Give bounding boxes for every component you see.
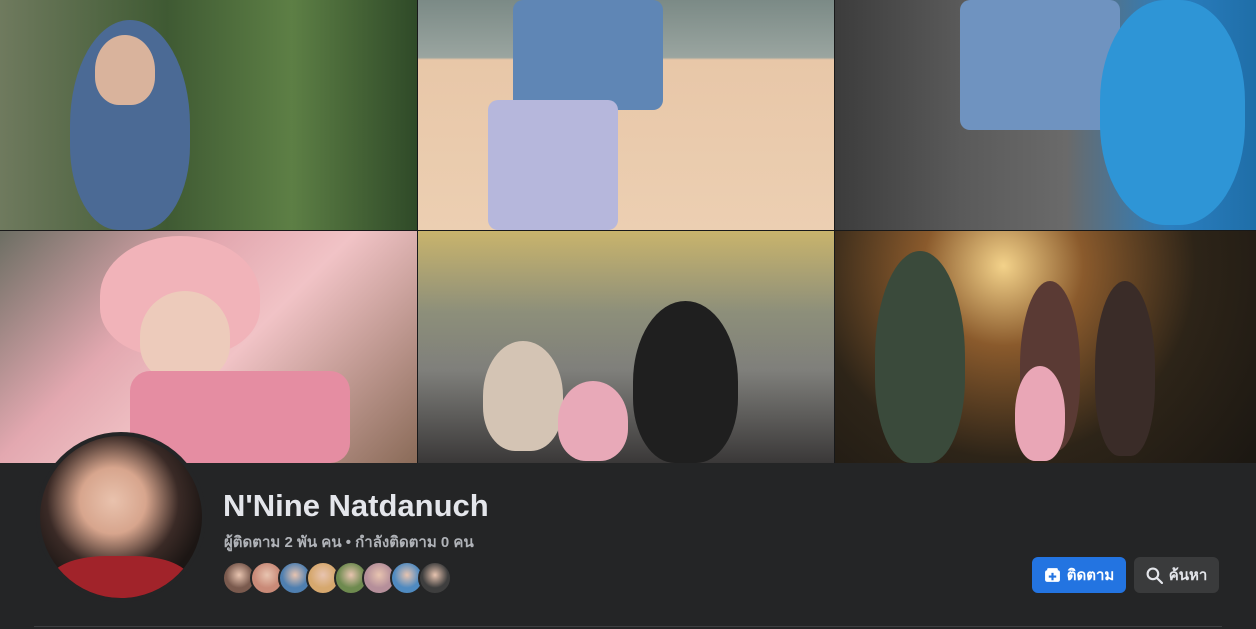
cover-photo-1[interactable] bbox=[0, 0, 417, 230]
cover-photo-2[interactable] bbox=[418, 0, 834, 230]
profile-avatar-image bbox=[40, 436, 202, 598]
follow-button-label: ติดตาม bbox=[1066, 567, 1115, 584]
follower-avatar[interactable] bbox=[418, 561, 452, 595]
profile-avatar[interactable] bbox=[36, 432, 206, 602]
cover-photo-6[interactable] bbox=[835, 231, 1256, 463]
cover-photo-collage[interactable] bbox=[0, 0, 1256, 463]
cover-photo-3[interactable] bbox=[835, 0, 1256, 230]
profile-name[interactable]: N'Nine Natdanuch bbox=[223, 488, 489, 524]
search-button[interactable]: ค้นหา bbox=[1134, 557, 1219, 593]
avatar-shirt-shape bbox=[50, 556, 190, 598]
header-divider bbox=[34, 626, 1222, 627]
cover-photo-4[interactable] bbox=[0, 231, 417, 463]
search-icon bbox=[1146, 567, 1163, 584]
add-follow-icon bbox=[1044, 567, 1061, 584]
search-button-label: ค้นหา bbox=[1168, 567, 1208, 584]
cover-photo-5[interactable] bbox=[418, 231, 834, 463]
profile-stats[interactable]: ผู้ติดตาม 2 พัน คน • กำลังติดตาม 0 คน bbox=[224, 530, 474, 554]
follow-button[interactable]: ติดตาม bbox=[1032, 557, 1126, 593]
